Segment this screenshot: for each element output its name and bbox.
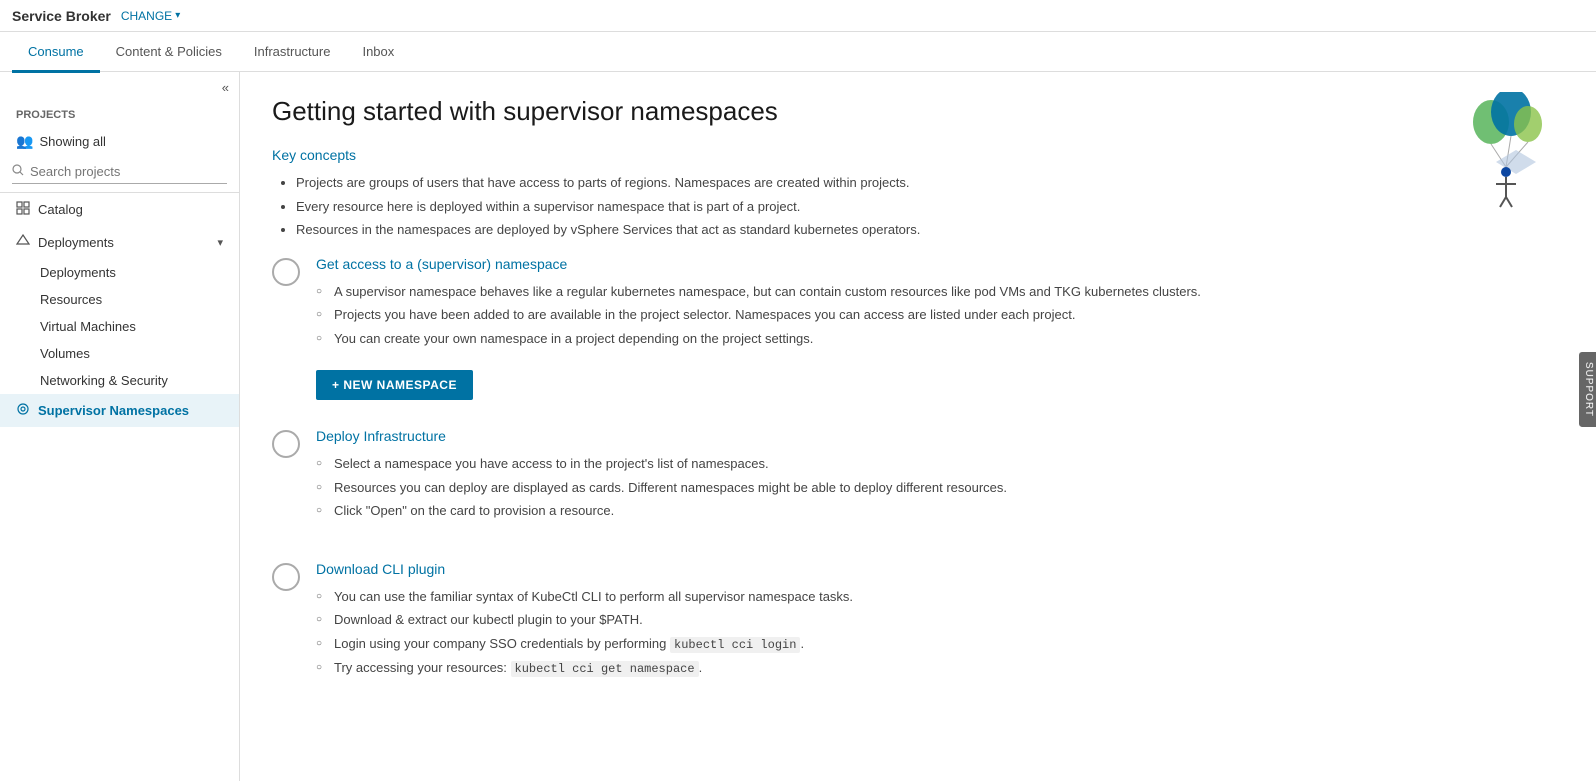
- step2-item: Click "Open" on the card to provision a …: [316, 501, 1564, 521]
- key-concepts-list: Projects are groups of users that have a…: [272, 173, 1564, 240]
- hero-illustration: [1456, 92, 1556, 212]
- step1-circle: [272, 258, 300, 286]
- key-concepts-link[interactable]: Key concepts: [272, 147, 1564, 163]
- sidebar-item-supervisor-namespaces[interactable]: Supervisor Namespaces: [0, 394, 239, 427]
- sidebar-item-virtual-machines[interactable]: Virtual Machines: [0, 313, 239, 340]
- step3-body: Download CLI plugin You can use the fami…: [316, 561, 1564, 690]
- key-concept-item: Every resource here is deployed within a…: [296, 197, 1564, 217]
- supervisor-ns-label: Supervisor Namespaces: [38, 403, 189, 418]
- step1-list: A supervisor namespace behaves like a re…: [316, 282, 1564, 349]
- step2-circle: [272, 430, 300, 458]
- step3-list: You can use the familiar syntax of KubeC…: [316, 587, 1564, 678]
- step1: Get access to a (supervisor) namespace A…: [272, 256, 1564, 401]
- step3-circle: [272, 563, 300, 591]
- sidebar: « Projects 👥 Showing all: [0, 72, 240, 781]
- collapse-button[interactable]: «: [0, 72, 239, 103]
- support-tab[interactable]: SUPPORT: [1579, 352, 1596, 427]
- step2-body: Deploy Infrastructure Select a namespace…: [316, 428, 1564, 533]
- change-button[interactable]: CHANGE ▾: [121, 9, 180, 23]
- step3-item: Try accessing your resources: kubectl cc…: [316, 658, 1564, 678]
- supervisor-ns-icon: [16, 402, 30, 419]
- step2-item: Select a namespace you have access to in…: [316, 454, 1564, 474]
- app-title: Service Broker: [12, 8, 111, 24]
- search-icon: [12, 164, 24, 179]
- support-label: SUPPORT: [1583, 362, 1594, 417]
- deployments-icon: [16, 234, 30, 251]
- tab-inbox[interactable]: Inbox: [346, 33, 410, 73]
- users-icon: 👥: [16, 133, 33, 150]
- step1-item: A supervisor namespace behaves like a re…: [316, 282, 1564, 302]
- step3: Download CLI plugin You can use the fami…: [272, 561, 1564, 690]
- step3-item: Download & extract our kubectl plugin to…: [316, 610, 1564, 630]
- step1-heading[interactable]: Get access to a (supervisor) namespace: [316, 256, 1564, 272]
- new-namespace-button[interactable]: + NEW NAMESPACE: [316, 370, 473, 400]
- layout: « Projects 👥 Showing all: [0, 72, 1596, 781]
- page-title: Getting started with supervisor namespac…: [272, 96, 1564, 127]
- step1-body: Get access to a (supervisor) namespace A…: [316, 256, 1564, 401]
- collapse-icon: «: [222, 80, 229, 95]
- change-label: CHANGE: [121, 9, 172, 23]
- step2-heading[interactable]: Deploy Infrastructure: [316, 428, 1564, 444]
- step1-item: You can create your own namespace in a p…: [316, 329, 1564, 349]
- search-wrap: [12, 164, 227, 184]
- showing-all-item[interactable]: 👥 Showing all: [0, 127, 239, 156]
- key-concept-item: Projects are groups of users that have a…: [296, 173, 1564, 193]
- search-container: [0, 156, 239, 193]
- catalog-icon: [16, 201, 30, 218]
- deployments-chevron: ▾: [217, 236, 223, 249]
- sidebar-item-catalog[interactable]: Catalog: [0, 193, 239, 226]
- tab-infrastructure[interactable]: Infrastructure: [238, 33, 347, 73]
- step2-list: Select a namespace you have access to in…: [316, 454, 1564, 521]
- step3-heading[interactable]: Download CLI plugin: [316, 561, 1564, 577]
- deployments-label: Deployments: [38, 235, 114, 250]
- sidebar-item-deployments-sub[interactable]: Deployments: [0, 259, 239, 286]
- step2: Deploy Infrastructure Select a namespace…: [272, 428, 1564, 533]
- catalog-label: Catalog: [38, 202, 83, 217]
- key-concept-item: Resources in the namespaces are deployed…: [296, 220, 1564, 240]
- nav-tabs: Consume Content & Policies Infrastructur…: [0, 32, 1596, 72]
- sidebar-item-deployments[interactable]: Deployments ▾: [0, 226, 239, 259]
- step1-item: Projects you have been added to are avai…: [316, 305, 1564, 325]
- search-input[interactable]: [30, 164, 227, 179]
- tab-consume[interactable]: Consume: [12, 33, 100, 73]
- main-content: Getting started with supervisor namespac…: [240, 72, 1596, 781]
- sidebar-item-volumes[interactable]: Volumes: [0, 340, 239, 367]
- projects-label: Projects: [0, 103, 239, 127]
- change-chevron: ▾: [175, 10, 180, 21]
- step3-item: Login using your company SSO credentials…: [316, 634, 1564, 654]
- top-bar: Service Broker CHANGE ▾: [0, 0, 1596, 32]
- step2-item: Resources you can deploy are displayed a…: [316, 478, 1564, 498]
- sidebar-item-resources[interactable]: Resources: [0, 286, 239, 313]
- showing-all-label: Showing all: [39, 134, 106, 149]
- sidebar-item-networking-security[interactable]: Networking & Security: [0, 367, 239, 394]
- step3-item: You can use the familiar syntax of KubeC…: [316, 587, 1564, 607]
- tab-content-policies[interactable]: Content & Policies: [100, 33, 238, 73]
